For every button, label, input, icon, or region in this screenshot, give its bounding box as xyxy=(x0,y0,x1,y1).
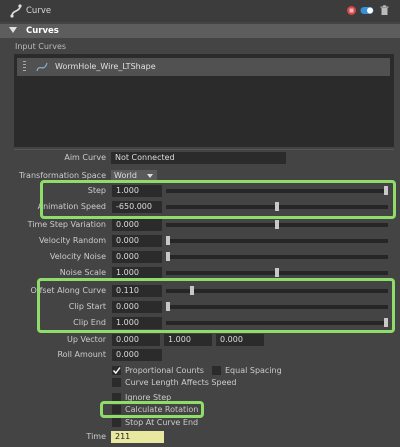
velocity-random-slider-track[interactable] xyxy=(166,239,388,243)
curve-node-icon xyxy=(10,4,22,18)
divider xyxy=(14,149,394,150)
list-item-label: WormHole_Wire_LTShape xyxy=(55,62,156,71)
velocity-noise-label: Velocity Noise xyxy=(49,252,106,261)
up-vector-y-field[interactable]: 1.000 xyxy=(164,334,212,346)
velocity-noise-field[interactable]: 0.000 xyxy=(112,251,162,263)
velocity-noise-slider-track[interactable] xyxy=(166,255,388,259)
velocity-random-label: Velocity Random xyxy=(38,236,106,245)
node-color-icon[interactable] xyxy=(346,5,357,16)
chevron-down-icon xyxy=(147,174,153,178)
list-item[interactable]: WormHole_Wire_LTShape xyxy=(17,58,390,76)
roll-amount-field[interactable]: 0.000 xyxy=(112,349,162,361)
drag-handle-icon[interactable] xyxy=(23,61,26,73)
noise-scale-slider-handle[interactable] xyxy=(275,268,279,277)
curve-length-affects-speed-checkbox[interactable] xyxy=(112,378,121,387)
input-curves-label: Input Curves xyxy=(15,42,67,51)
title-bar: Curve xyxy=(0,0,400,22)
velocity-noise-slider-handle[interactable] xyxy=(166,252,170,261)
time-label: Time xyxy=(86,432,106,441)
highlight-step-speed xyxy=(40,180,396,219)
section-title: Curves xyxy=(26,26,59,36)
up-vector-z-field[interactable]: 0.000 xyxy=(216,334,264,346)
highlight-calculate-rotation xyxy=(100,401,204,418)
curve-length-affects-speed-label: Curve Length Affects Speed xyxy=(125,378,237,387)
curves-section-header[interactable]: Curves xyxy=(0,24,400,38)
stop-at-curve-end-checkbox[interactable] xyxy=(112,418,121,427)
time-step-variation-label: Time Step Variation xyxy=(27,220,106,229)
input-curves-list[interactable]: WormHole_Wire_LTShape xyxy=(14,54,394,147)
aim-curve-label: Aim Curve xyxy=(64,153,106,162)
time-step-variation-field[interactable]: 0.000 xyxy=(112,219,162,231)
equal-spacing-label: Equal Spacing xyxy=(225,366,282,375)
checkmark-icon xyxy=(112,367,121,375)
proportional-counts-checkbox[interactable] xyxy=(112,366,121,375)
trash-icon[interactable] xyxy=(379,5,390,16)
up-vector-label: Up Vector xyxy=(67,335,106,344)
curve-shape-icon xyxy=(36,62,48,72)
time-field[interactable]: 211 xyxy=(111,431,164,443)
roll-amount-label: Roll Amount xyxy=(57,350,106,359)
enable-toggle-icon[interactable] xyxy=(360,5,374,16)
time-step-variation-slider-handle[interactable] xyxy=(275,220,279,229)
proportional-counts-label: Proportional Counts xyxy=(125,366,204,375)
velocity-random-field[interactable]: 0.000 xyxy=(112,235,162,247)
velocity-random-slider-handle[interactable] xyxy=(166,236,170,245)
up-vector-x-field[interactable]: 0.000 xyxy=(112,334,160,346)
collapse-arrow-icon[interactable] xyxy=(9,27,17,33)
window-title: Curve xyxy=(26,6,52,16)
aim-curve-field[interactable]: Not Connected xyxy=(111,152,286,164)
equal-spacing-checkbox[interactable] xyxy=(212,366,221,375)
stop-at-curve-end-label: Stop At Curve End xyxy=(125,418,199,427)
dropdown-value: World xyxy=(114,171,137,180)
highlight-offset-clip xyxy=(37,278,395,333)
